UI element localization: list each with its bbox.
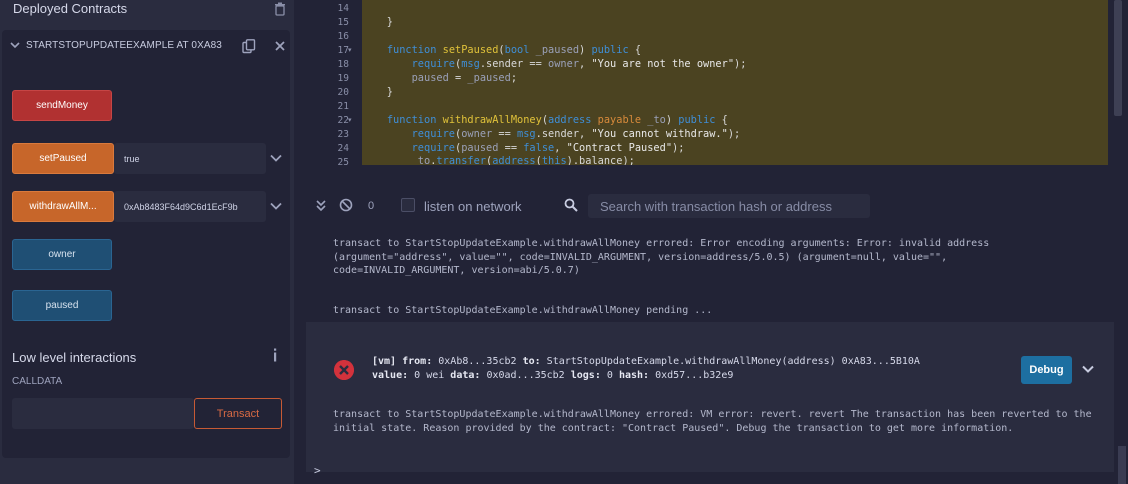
editor-scrollbar[interactable] — [1114, 0, 1122, 116]
set-paused-input[interactable]: true — [114, 143, 266, 174]
chevron-down-icon[interactable] — [1082, 365, 1094, 373]
transaction-result[interactable]: [vm] from: 0xAb8...35cb2 to: StartStopUp… — [306, 322, 1114, 472]
paused-button[interactable]: paused — [12, 290, 112, 321]
tx-logs: 0 — [606, 370, 613, 381]
chevron-down-icon[interactable] — [270, 154, 282, 162]
info-icon[interactable] — [272, 348, 278, 362]
tx-data: 0x0ad...35cb2 — [486, 370, 565, 381]
tx-logs-label: logs: — [570, 370, 601, 381]
close-icon[interactable] — [274, 40, 286, 52]
tx-vm-tag: [vm] — [372, 356, 397, 367]
tx-line-2: value: 0 wei data: 0x0ad...35cb2 logs: 0… — [372, 369, 920, 383]
calldata-label: CALLDATA — [12, 376, 63, 387]
line-number: 15 — [337, 17, 349, 28]
clear-console-icon[interactable] — [339, 198, 353, 212]
fold-arrow-icon[interactable]: ▾ — [348, 116, 352, 124]
pending-tx-count: 0 — [368, 200, 375, 212]
log-entry: transact to StartStopUpdateExample.withd… — [333, 305, 713, 316]
tx-from-label: from: — [402, 356, 433, 367]
tx-to-label: to: — [522, 356, 541, 367]
remix-ide: Deployed Contracts STARTSTOPUPDATEEXAMPL… — [0, 0, 1128, 484]
transact-button[interactable]: Transact — [194, 398, 282, 429]
line-number: 20 — [337, 87, 349, 98]
deployed-contracts-title: Deployed Contracts — [13, 1, 128, 16]
fold-arrow-icon[interactable]: ▾ — [348, 46, 352, 54]
chevron-down-icon[interactable] — [10, 41, 20, 49]
code-content[interactable]: } function setPaused(bool _paused) publi… — [362, 0, 1108, 165]
tx-value-label: value: — [372, 370, 409, 381]
trash-icon[interactable] — [274, 2, 286, 16]
code-line: require(paused == false, "Contract Pause… — [411, 142, 685, 154]
listen-on-network-label: listen on network — [424, 199, 522, 214]
listen-on-network-checkbox[interactable] — [401, 198, 415, 212]
code-line: } — [362, 86, 393, 98]
terminal-prompt[interactable]: > — [314, 464, 321, 477]
code-line: } — [362, 16, 393, 28]
code-line: function withdrawAllMoney(address payabl… — [386, 114, 728, 126]
code-line: function setPaused(bool _paused) public … — [386, 44, 642, 56]
low-level-interactions-title: Low level interactions — [12, 350, 137, 365]
calldata-input[interactable] — [12, 398, 194, 429]
deployed-contracts-header: Deployed Contracts — [0, 0, 294, 20]
transaction-summary: [vm] from: 0xAb8...35cb2 to: StartStopUp… — [372, 355, 920, 383]
search-icon — [564, 198, 578, 212]
error-icon — [334, 360, 354, 380]
tx-hash-label: hash: — [618, 370, 650, 381]
chevron-down-icon[interactable] — [270, 202, 282, 210]
tx-line-1: [vm] from: 0xAb8...35cb2 to: StartStopUp… — [372, 355, 920, 369]
log-entry: transact to StartStopUpdateExample.withd… — [333, 238, 996, 276]
transaction-search-input[interactable] — [588, 194, 870, 218]
line-number: 18 — [337, 59, 349, 70]
tx-from: 0xAb8...35cb2 — [438, 356, 517, 367]
line-number: 25 — [337, 157, 349, 168]
tx-to: StartStopUpdateExample.withdrawAllMoney(… — [546, 356, 920, 367]
debug-button[interactable]: Debug — [1021, 356, 1072, 384]
set-paused-button[interactable]: setPaused — [12, 143, 114, 174]
owner-button[interactable]: owner — [12, 239, 112, 270]
deployed-contract-instance: STARTSTOPUPDATEEXAMPLE AT 0XA83 sendMone… — [2, 30, 290, 458]
send-money-button[interactable]: sendMoney — [12, 90, 112, 121]
collapse-terminal-icon[interactable] — [316, 200, 326, 212]
code-editor[interactable]: 14 15 16 17 18 19 20 21 22 23 24 25 ▾ ▾ … — [306, 0, 1128, 178]
line-number: 14 — [337, 3, 349, 14]
withdraw-all-money-button[interactable]: withdrawAllM... — [12, 191, 114, 222]
tx-data-label: data: — [450, 370, 481, 381]
error-message: transact to StartStopUpdateExample.withd… — [333, 409, 1098, 434]
terminal-toolbar: 0 listen on network — [306, 190, 1128, 222]
code-line: paused = _paused; — [411, 72, 518, 84]
line-number: 21 — [337, 101, 349, 112]
line-number: 23 — [337, 129, 349, 140]
terminal-scrollbar[interactable] — [1118, 446, 1126, 484]
deploy-panel: Deployed Contracts STARTSTOPUPDATEEXAMPL… — [0, 0, 294, 484]
code-line: require(msg.sender == owner, "You are no… — [411, 58, 747, 70]
contract-instance-name: STARTSTOPUPDATEEXAMPLE AT 0XA83 — [26, 40, 222, 51]
contract-instance-header: STARTSTOPUPDATEEXAMPLE AT 0XA83 — [2, 30, 290, 62]
line-number-gutter: 14 15 16 17 18 19 20 21 22 23 24 25 ▾ ▾ — [306, 0, 354, 168]
withdraw-address-input[interactable]: 0xAb8483F64d9C6d1EcF9b — [114, 191, 266, 222]
line-number: 24 — [337, 143, 349, 154]
tx-hash: 0xd57...b32e9 — [655, 370, 734, 381]
copy-icon[interactable] — [242, 39, 256, 54]
code-line: _to.transfer(address(this).balance); — [411, 155, 635, 165]
line-number: 16 — [337, 31, 349, 42]
code-line: require(owner == msg.sender, "You cannot… — [411, 128, 741, 140]
line-number: 19 — [337, 73, 349, 84]
tx-value: 0 wei — [414, 370, 445, 381]
